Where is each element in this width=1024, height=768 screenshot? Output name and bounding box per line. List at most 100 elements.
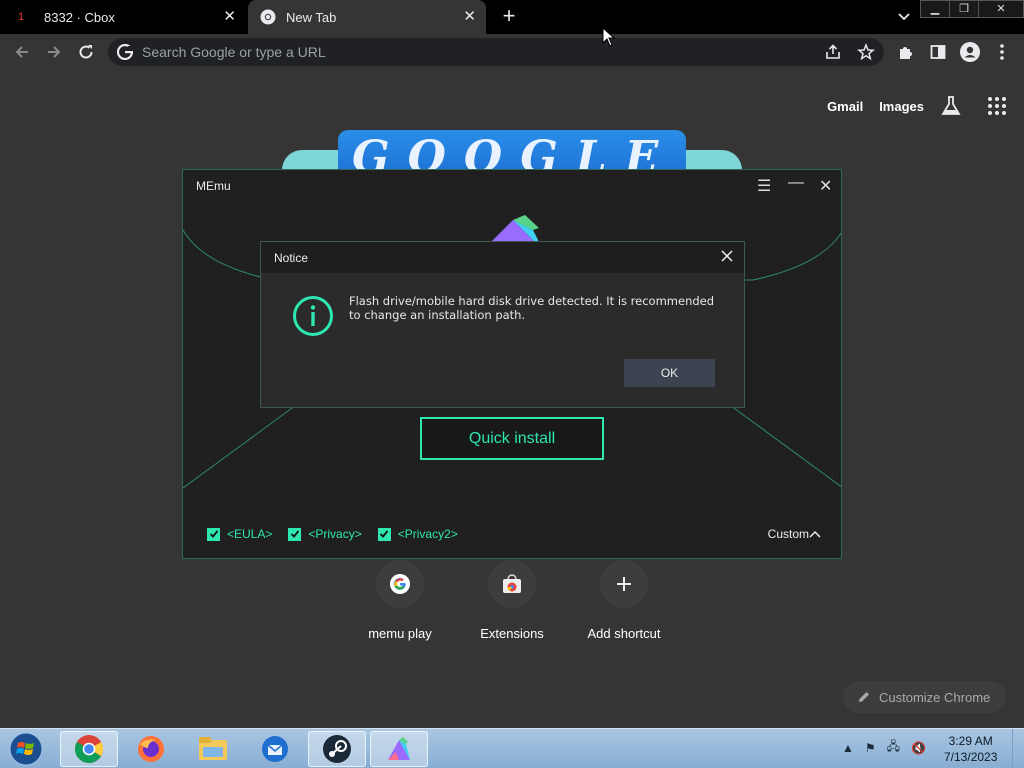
tab-strip: 1 8332 · Cbox ✕ New Tab ✕ + ▁ ❐ ✕ <box>0 0 1024 34</box>
privacy2-link[interactable]: <Privacy2> <box>398 527 458 541</box>
customize-chrome-button[interactable]: Customize Chrome <box>843 681 1006 713</box>
google-doodle[interactable]: GOOGLE <box>282 130 742 170</box>
tab-new-tab[interactable]: New Tab ✕ <box>248 0 486 34</box>
custom-label: Custom <box>767 527 809 541</box>
checkbox-checked-icon[interactable] <box>288 527 302 541</box>
chrome-icon <box>260 9 276 25</box>
clock-date: 7/13/2023 <box>944 750 998 764</box>
chrome-menu-button[interactable] <box>991 41 1013 63</box>
taskbar-memu[interactable] <box>370 731 428 767</box>
ok-button[interactable]: OK <box>624 359 715 387</box>
shortcut-memu-play[interactable]: memu play <box>344 560 456 641</box>
privacy2-agreement[interactable]: <Privacy2> <box>377 527 458 541</box>
checkbox-checked-icon[interactable] <box>377 527 391 541</box>
forward-button[interactable] <box>43 41 65 63</box>
custom-install-toggle[interactable]: Custom <box>768 527 821 541</box>
reload-icon <box>79 45 93 59</box>
new-tab-button[interactable]: + <box>498 4 520 28</box>
notice-title: Notice <box>274 251 309 265</box>
steam-icon <box>323 735 351 763</box>
taskbar-file-explorer[interactable] <box>184 731 242 767</box>
shortcut-tile <box>488 560 536 608</box>
close-tab-icon[interactable]: ✕ <box>463 9 476 25</box>
shortcut-label: Extensions <box>480 626 544 641</box>
back-button[interactable] <box>11 41 33 63</box>
close-tab-icon[interactable]: ✕ <box>223 9 236 25</box>
chevron-up-icon <box>809 530 821 538</box>
extensions-button[interactable] <box>895 41 917 63</box>
omnibox[interactable]: Search Google or type a URL <box>108 38 884 66</box>
eula-link[interactable]: <EULA> <box>227 527 272 541</box>
window-controls: ▁ ❐ ✕ <box>920 0 1024 18</box>
share-icon[interactable] <box>824 43 842 61</box>
profile-button[interactable] <box>959 41 981 63</box>
firefox-icon <box>138 736 164 762</box>
show-hidden-icons-chevron-icon[interactable]: ▲ <box>842 741 854 755</box>
taskbar-clock[interactable]: 3:29 AM 7/13/2023 <box>944 733 997 765</box>
eula-agreement[interactable]: <EULA> <box>207 527 272 541</box>
ntp-header-links: Gmail Images <box>827 95 1006 117</box>
show-desktop-button[interactable] <box>1012 729 1024 768</box>
tab-search-chevron-icon[interactable] <box>896 8 912 24</box>
hamburger-menu-icon[interactable]: ☰ <box>757 176 771 196</box>
bookmark-star-icon[interactable] <box>857 43 875 61</box>
memu-window-title: MEmu <box>196 179 231 193</box>
clock-time: 3:29 AM <box>948 734 993 748</box>
shortcut-label: Add shortcut <box>587 626 661 641</box>
doodle-banner: GOOGLE <box>338 130 686 170</box>
gmail-link[interactable]: Gmail <box>827 99 863 114</box>
quick-install-button[interactable]: Quick install <box>420 417 604 460</box>
action-center-flag-icon[interactable]: ⚑ <box>865 741 876 755</box>
side-panel-button[interactable] <box>927 41 949 63</box>
plus-icon <box>617 577 631 591</box>
network-icon[interactable]: 🖧 <box>887 737 900 758</box>
tab-cbox[interactable]: 1 8332 · Cbox ✕ <box>0 0 246 34</box>
checkbox-checked-icon[interactable] <box>207 527 220 541</box>
minimize-button[interactable]: ▁ <box>920 0 950 18</box>
pencil-icon <box>859 692 869 702</box>
taskbar-steam[interactable] <box>308 731 366 767</box>
volume-muted-icon[interactable]: 🔇 <box>911 741 926 755</box>
mouse-cursor-icon <box>602 27 616 47</box>
tab-title: 8332 · Cbox <box>44 9 115 25</box>
file-explorer-icon <box>199 737 227 760</box>
apps-grid-icon[interactable] <box>988 97 1006 115</box>
notice-header: Notice <box>261 242 744 273</box>
side-panel-icon <box>930 45 946 59</box>
privacy-link[interactable]: <Privacy> <box>308 527 361 541</box>
restore-button[interactable]: ❐ <box>949 0 979 18</box>
windows-start-orb-icon <box>9 732 43 766</box>
google-g-icon <box>117 44 133 60</box>
kebab-menu-icon <box>1000 44 1004 60</box>
google-g-icon <box>390 574 410 594</box>
notice-message: Flash drive/mobile hard disk drive detec… <box>349 294 715 322</box>
browser-toolbar: Search Google or type a URL <box>0 34 1024 70</box>
tab-badge: 1 <box>18 11 25 23</box>
images-link[interactable]: Images <box>879 99 924 114</box>
shortcuts-row: memu play Extensions Add shortcut <box>344 560 680 641</box>
close-icon[interactable]: ✕ <box>819 176 832 196</box>
reload-button[interactable] <box>75 41 97 63</box>
back-arrow-icon <box>15 46 28 58</box>
labs-flask-icon[interactable] <box>940 95 962 117</box>
privacy-agreement[interactable]: <Privacy> <box>288 527 362 541</box>
taskbar-thunderbird[interactable] <box>246 731 304 767</box>
puzzle-icon <box>900 47 912 59</box>
minimize-icon[interactable]: — <box>788 174 804 192</box>
shortcut-label: memu play <box>368 626 432 641</box>
thunderbird-icon <box>262 736 288 762</box>
shortcut-add[interactable]: Add shortcut <box>568 560 680 641</box>
close-icon[interactable] <box>720 249 734 263</box>
close-window-button[interactable]: ✕ <box>978 0 1024 18</box>
taskbar-firefox[interactable] <box>122 731 180 767</box>
start-button[interactable] <box>4 730 48 768</box>
shortcut-extensions[interactable]: Extensions <box>456 560 568 641</box>
avatar-icon <box>960 42 980 62</box>
shortcut-tile <box>600 560 648 608</box>
memu-icon <box>388 737 410 760</box>
forward-arrow-icon <box>48 46 61 58</box>
agreement-checkboxes: <EULA> <Privacy> <Privacy2> <box>207 527 474 541</box>
notice-dialog: Notice Flash drive/mobile hard disk driv… <box>260 241 745 408</box>
shortcut-tile <box>376 560 424 608</box>
taskbar-chrome[interactable] <box>60 731 118 767</box>
